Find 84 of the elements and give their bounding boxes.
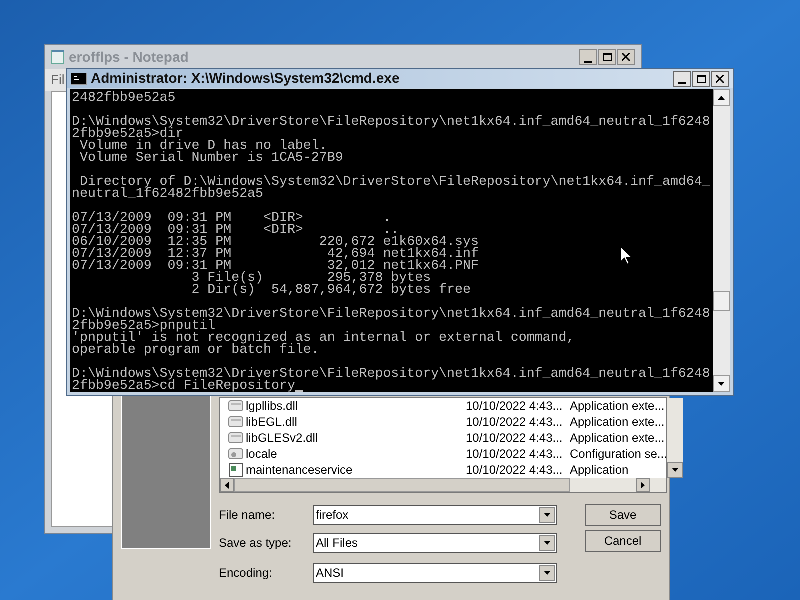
library-file-icon: [228, 414, 244, 430]
console-line: 2fbb9e52a5>pnputil: [72, 320, 216, 332]
close-icon: [716, 74, 724, 82]
console-line: Volume in drive D has no label.: [78, 140, 328, 152]
file-date: 10/10/2022 4:43...: [466, 446, 564, 463]
scroll-up-button[interactable]: [713, 89, 730, 106]
scrollbar-thumb[interactable]: [713, 291, 730, 311]
console-line: 2 Dir(s) 54,887,964,672 bytes free: [190, 284, 471, 296]
close-icon: [622, 53, 630, 61]
file-type: Application exte...: [570, 430, 665, 447]
up-arrow-icon: [718, 96, 725, 100]
console-line: 07/13/2009 09:31 PM <DIR> .: [72, 212, 392, 224]
console-line: D:\Windows\System32\DriverStore\FileRepository\net1kx64.inf_amd64_neutral_1f6248: [72, 368, 710, 380]
console-line: 2482fbb9e52a5: [72, 92, 176, 104]
library-file-icon: [228, 430, 244, 446]
scroll-left-button[interactable]: [220, 478, 234, 492]
menu-item[interactable]: Fil: [51, 70, 65, 90]
console-line: operable program or batch file.: [72, 344, 320, 356]
maximize-button[interactable]: [692, 70, 710, 86]
console-line: 3 File(s) 295,378 bytes: [190, 272, 432, 284]
console-line: 07/13/2009 12:37 PM 42,694 net1kx64.inf: [72, 248, 479, 260]
close-button[interactable]: [617, 49, 635, 65]
settings-file-icon: [228, 446, 244, 462]
file-type: Configuration se...: [570, 446, 668, 463]
file-name[interactable]: libGLESv2.dll: [246, 429, 466, 447]
console-line: 07/13/2009 09:31 PM 32,012 net1kx64.PNF: [72, 260, 479, 272]
console-line: 07/13/2009 09:31 PM <DIR> ..: [72, 224, 400, 236]
vertical-scrollbar[interactable]: [713, 89, 730, 392]
library-file-icon: [228, 398, 244, 414]
file-date: 10/10/2022 4:43...: [466, 414, 564, 431]
console-line: D:\Windows\System32\DriverStore\FileRepository\net1kx64.inf_amd64_neutral_1f6248: [72, 116, 710, 128]
notepad-icon: [51, 49, 65, 65]
close-button[interactable]: [711, 70, 729, 86]
file-name[interactable]: locale: [246, 445, 466, 463]
file-name[interactable]: lgpllibs.dll: [246, 397, 466, 415]
window-title: erofflps - Notepad: [69, 48, 189, 67]
console-line: 06/10/2009 12:35 PM 220,672 e1k60x64.sys: [72, 236, 479, 248]
file-type: Application exte...: [570, 414, 665, 431]
dropdown-arrow-icon: [544, 512, 550, 516]
dropdown-arrow-icon: [544, 570, 550, 574]
field-label: Save as type:: [219, 534, 293, 552]
file-type: Application: [570, 462, 629, 479]
console-line: D:\Windows\System32\DriverStore\FileRepository\net1kx64.inf_amd64_neutral_1f6248: [72, 308, 710, 320]
window-file-icon: [228, 462, 244, 478]
scrollbar-thumb[interactable]: [234, 478, 570, 492]
console-line: 2fbb9e52a5>dir: [72, 128, 184, 140]
maximize-icon: [602, 53, 612, 61]
minimize-button[interactable]: [673, 70, 691, 86]
down-arrow-icon: [672, 468, 679, 472]
mouse-pointer-icon: [620, 246, 632, 265]
console-line: neutral_1f62482fbb9e52a5: [72, 188, 264, 200]
dialog-button[interactable]: Cancel: [585, 530, 661, 552]
file-name[interactable]: maintenanceservice: [246, 461, 466, 479]
file-date: 10/10/2022 4:43...: [466, 462, 564, 479]
file-date: 10/10/2022 4:43...: [466, 398, 564, 415]
dialog-button[interactable]: Save: [585, 504, 661, 526]
horizontal-scrollbar[interactable]: [220, 478, 666, 492]
dropdown-field[interactable]: firefox: [313, 504, 557, 524]
left-arrow-icon: [225, 482, 229, 488]
vertical-scrollbar[interactable]: [667, 398, 684, 478]
file-type: Application exte...: [570, 398, 665, 415]
minimize-icon: [678, 82, 686, 84]
dropdown-field[interactable]: All Files: [313, 532, 557, 552]
field-label: Encoding:: [219, 564, 274, 582]
console-line: 'pnputil' is not recognized as an internal or external command,: [72, 332, 575, 344]
console-icon: [71, 72, 87, 84]
field-label: File name:: [219, 506, 276, 524]
maximize-icon: [696, 74, 706, 82]
file-name[interactable]: libEGL.dll: [246, 413, 466, 431]
maximize-button[interactable]: [598, 49, 616, 65]
right-arrow-icon: [641, 482, 645, 488]
console-line: Volume Serial Number is 1CA5-27B9: [78, 152, 344, 164]
minimize-button[interactable]: [579, 49, 597, 65]
down-arrow-icon: [718, 382, 725, 386]
file-date: 10/10/2022 4:43...: [466, 430, 564, 447]
scroll-down-button[interactable]: [713, 375, 730, 392]
dropdown-arrow-icon: [544, 540, 550, 544]
scroll-down-button[interactable]: [667, 462, 684, 478]
console-line: Directory of D:\Windows\System32\DriverStore\FileRepository\net1kx64.inf_amd64_: [80, 176, 710, 188]
console-line: 2fbb9e52a5>cd FileRepository: [72, 380, 296, 392]
scroll-right-button[interactable]: [636, 478, 650, 492]
minimize-icon: [584, 60, 592, 64]
window-title: Administrator: X:\Windows\System32\cmd.exe: [91, 69, 400, 88]
dropdown-field[interactable]: ANSI: [313, 562, 557, 582]
